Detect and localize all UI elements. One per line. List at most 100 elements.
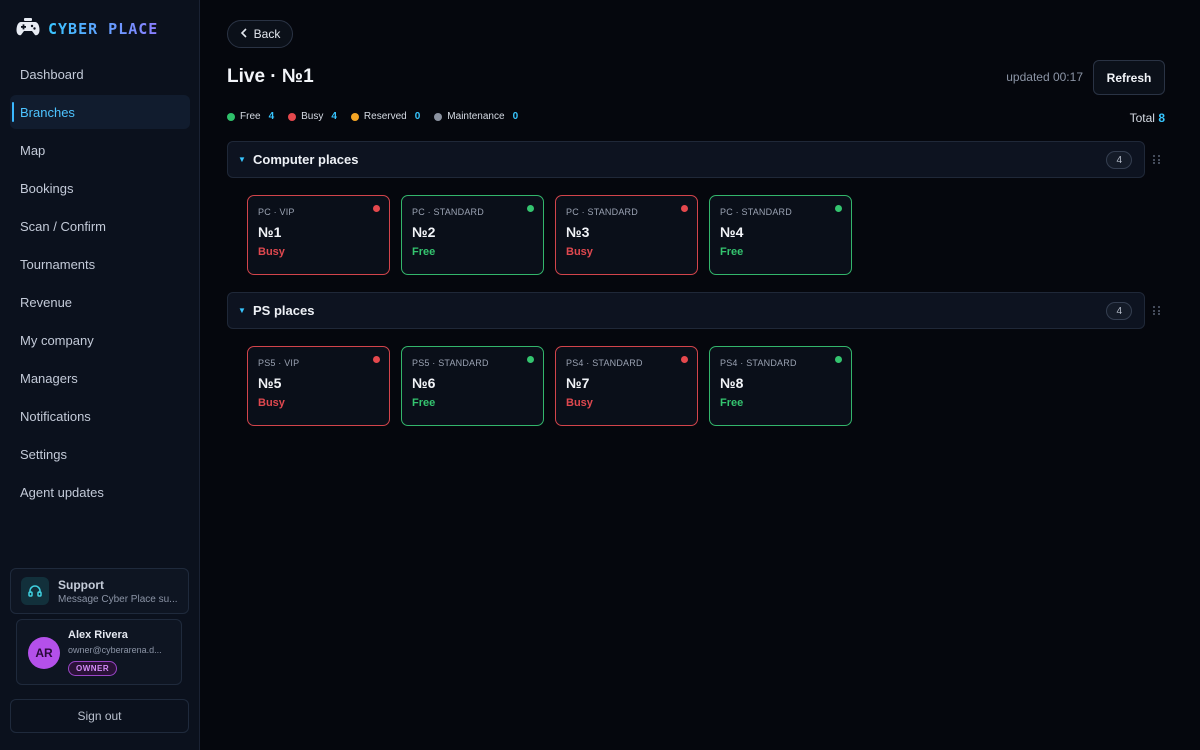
user-card: AR Alex Rivera owner@cyberarena.d... OWN… — [16, 619, 182, 685]
place-card[interactable]: PS5 · VIP №5 Busy — [247, 346, 390, 426]
status-legend: Free 4 Busy 4 Reserved 0 Maintenance 0 — [227, 111, 518, 122]
place-status: Free — [720, 397, 744, 409]
sidebar: CYBER PLACE Dashboard Branches Map Booki… — [0, 0, 200, 750]
place-status: Busy — [258, 246, 285, 258]
legend-count: 0 — [512, 111, 519, 122]
brand-logo[interactable]: CYBER PLACE — [16, 16, 158, 42]
place-number: №6 — [412, 375, 436, 391]
place-number: №2 — [412, 224, 436, 240]
sidebar-item-agent-updates[interactable]: Agent updates — [10, 475, 190, 509]
drag-handle-icon[interactable] — [1153, 306, 1161, 316]
place-status: Free — [412, 397, 436, 409]
status-dot-icon — [350, 112, 359, 121]
total-value: 8 — [1158, 111, 1165, 125]
sidebar-item-settings[interactable]: Settings — [10, 437, 190, 471]
status-dot-icon — [835, 205, 842, 212]
place-type: PC · STANDARD — [566, 207, 638, 217]
sidebar-item-bookings[interactable]: Bookings — [10, 171, 190, 205]
back-button[interactable]: Back — [227, 20, 293, 48]
sign-out-button[interactable]: Sign out — [10, 699, 189, 733]
place-number: №1 — [258, 224, 282, 240]
place-type: PS5 · VIP — [258, 358, 300, 368]
legend-free: Free 4 — [227, 111, 274, 122]
place-card[interactable]: PS5 · STANDARD №6 Free — [401, 346, 544, 426]
total-label: Total — [1129, 111, 1155, 125]
sidebar-item-dashboard[interactable]: Dashboard — [10, 57, 190, 91]
support-card[interactable]: Support Message Cyber Place su... — [10, 568, 189, 614]
status-dot-icon — [527, 205, 534, 212]
legend-busy: Busy 4 — [288, 111, 337, 122]
sidebar-item-revenue[interactable]: Revenue — [10, 285, 190, 319]
status-dot-icon — [681, 205, 688, 212]
place-number: №4 — [720, 224, 744, 240]
legend-count: 4 — [331, 111, 337, 122]
place-type: PS4 · STANDARD — [720, 358, 797, 368]
legend-label: Maintenance — [447, 111, 505, 122]
section-title: PS places — [253, 303, 315, 318]
places-grid-ps: PS5 · VIP №5 Busy PS5 · STANDARD №6 Free… — [247, 346, 852, 426]
page-title: Live · №1 — [227, 66, 314, 87]
brand-name: CYBER PLACE — [48, 20, 159, 38]
status-dot-icon — [434, 112, 443, 121]
back-label: Back — [253, 27, 281, 41]
place-number: №8 — [720, 375, 744, 391]
place-card[interactable]: PS4 · STANDARD №7 Busy — [555, 346, 698, 426]
place-card[interactable]: PC · STANDARD №2 Free — [401, 195, 544, 275]
section-header-computer[interactable]: ▼ Computer places 4 — [227, 141, 1145, 178]
updated-timestamp: updated 00:17 — [1006, 70, 1083, 84]
legend-maintenance: Maintenance 0 — [434, 111, 518, 122]
place-card[interactable]: PC · STANDARD №4 Free — [709, 195, 852, 275]
place-type: PS4 · STANDARD — [566, 358, 643, 368]
legend-label: Busy — [301, 111, 324, 122]
status-dot-icon — [681, 356, 688, 363]
sidebar-item-map[interactable]: Map — [10, 133, 190, 167]
status-dot-icon — [373, 356, 380, 363]
section-count-badge: 4 — [1106, 151, 1132, 169]
sidebar-item-my-company[interactable]: My company — [10, 323, 190, 357]
place-status: Busy — [566, 246, 593, 258]
place-status: Free — [412, 246, 436, 258]
sidebar-item-notifications[interactable]: Notifications — [10, 399, 190, 433]
place-status: Busy — [566, 397, 593, 409]
sidebar-item-managers[interactable]: Managers — [10, 361, 190, 395]
sidebar-item-branches[interactable]: Branches — [10, 95, 190, 129]
status-dot-icon — [835, 356, 842, 363]
role-badge: OWNER — [68, 661, 118, 676]
sidebar-nav: Dashboard Branches Map Bookings Scan / C… — [10, 57, 190, 513]
section-header-ps[interactable]: ▼ PS places 4 — [227, 292, 1145, 329]
place-number: №5 — [258, 375, 282, 391]
place-number: №7 — [566, 375, 590, 391]
status-dot-icon — [373, 205, 380, 212]
place-card[interactable]: PC · VIP №1 Busy — [247, 195, 390, 275]
drag-handle-icon[interactable] — [1153, 155, 1161, 165]
headset-icon — [21, 577, 49, 605]
place-card[interactable]: PC · STANDARD №3 Busy — [555, 195, 698, 275]
user-email: owner@cyberarena.d... — [68, 645, 162, 655]
legend-count: 4 — [268, 111, 275, 122]
total-count: Total 8 — [1130, 111, 1165, 125]
status-dot-icon — [288, 112, 297, 121]
place-number: №3 — [566, 224, 590, 240]
chevron-left-icon — [240, 27, 248, 41]
place-status: Free — [720, 246, 744, 258]
support-title: Support — [58, 577, 104, 592]
avatar: AR — [28, 637, 60, 669]
support-subtitle: Message Cyber Place su... — [58, 593, 178, 605]
legend-reserved: Reserved 0 — [350, 111, 420, 122]
status-dot-icon — [527, 356, 534, 363]
place-status: Busy — [258, 397, 285, 409]
section-title: Computer places — [253, 152, 359, 167]
legend-label: Free — [240, 111, 261, 122]
gamepad-icon — [16, 17, 40, 42]
sidebar-item-scan-confirm[interactable]: Scan / Confirm — [10, 209, 190, 243]
user-name: Alex Rivera — [68, 629, 128, 641]
sidebar-item-tournaments[interactable]: Tournaments — [10, 247, 190, 281]
place-type: PC · STANDARD — [720, 207, 792, 217]
refresh-button[interactable]: Refresh — [1093, 60, 1165, 95]
section-count-badge: 4 — [1106, 302, 1132, 320]
places-grid-computer: PC · VIP №1 Busy PC · STANDARD №2 Free P… — [247, 195, 852, 275]
place-card[interactable]: PS4 · STANDARD №8 Free — [709, 346, 852, 426]
legend-label: Reserved — [363, 111, 407, 122]
caret-down-icon[interactable]: ▼ — [238, 306, 248, 315]
caret-down-icon[interactable]: ▼ — [238, 155, 248, 164]
